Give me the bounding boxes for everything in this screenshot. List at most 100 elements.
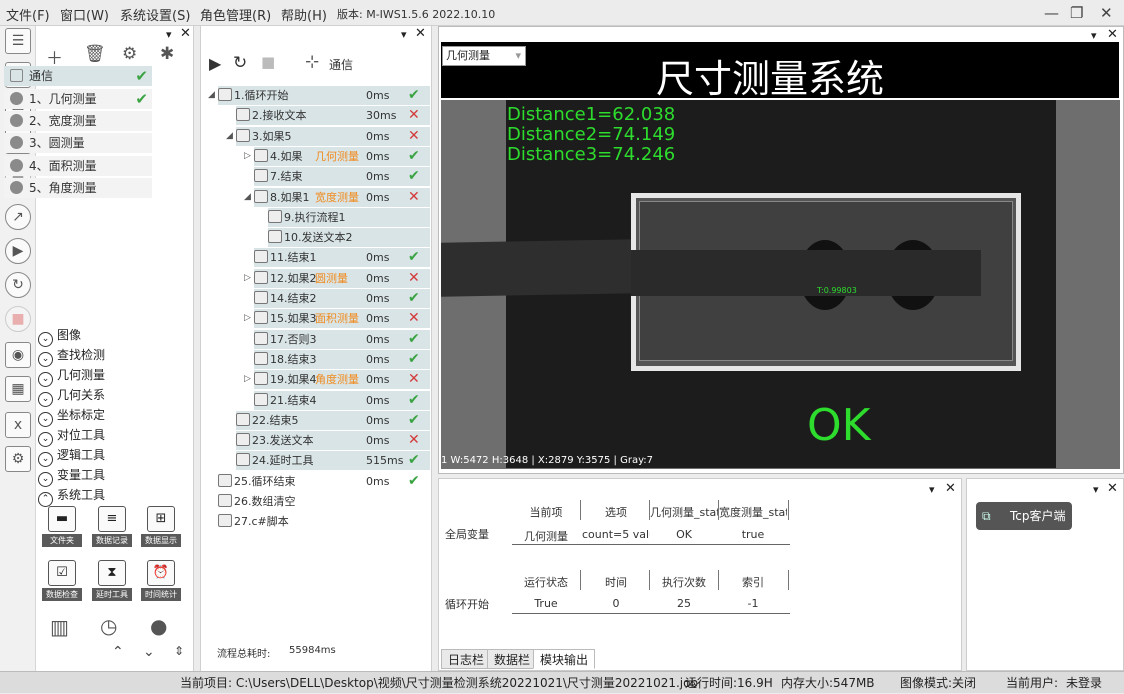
flow-row[interactable]: 2.接收文本 30ms ✕ (236, 106, 430, 126)
stop-icon[interactable]: ■ (261, 53, 275, 71)
tab-data[interactable]: 数据栏 (487, 649, 538, 669)
module-label: 4、面积测量 (29, 159, 97, 173)
panel-menu-icon[interactable]: ▾ (929, 483, 935, 496)
flow-row[interactable]: 1.循环开始 0ms ✔ (218, 86, 430, 105)
flow-row[interactable]: 3.如果5 0ms ✕ (236, 126, 430, 146)
flow-row[interactable]: 4.如果 几何测量 0ms ✔ (254, 146, 430, 166)
tool-data-display[interactable]: ⊞ 数据显示 (141, 506, 181, 547)
module-item-width[interactable]: 2、宽度测量 (4, 111, 152, 131)
flow-row[interactable]: 11.结束1 0ms ✔ (254, 248, 430, 268)
comm-label[interactable]: 通信 (329, 56, 353, 73)
flow-row[interactable]: 27.c#脚本 (218, 512, 430, 532)
panel-menu-icon[interactable]: ▾ (166, 28, 172, 41)
run-once-icon[interactable]: ↗ (5, 204, 31, 230)
module-item-circle[interactable]: 3、圆测量 (4, 133, 152, 153)
module-item-angle[interactable]: 5、角度测量 (4, 178, 152, 198)
flow-row[interactable]: 12.如果2 圆测量 0ms ✕ (254, 268, 430, 288)
scroll-down-icon[interactable]: ⌄ (143, 644, 155, 660)
category-alignment[interactable]: ⌄ 对位工具 (38, 426, 105, 447)
panel-menu-icon[interactable]: ▾ (1091, 29, 1097, 42)
expand-icon[interactable]: ▷ (244, 273, 251, 283)
menu-window[interactable]: 窗口(W) (60, 5, 109, 24)
gear-icon[interactable]: ⚙ (122, 44, 137, 64)
category-logic[interactable]: ⌄ 逻辑工具 (38, 446, 105, 467)
category-system-tools[interactable]: ⌃ 系统工具 (38, 486, 105, 507)
category-geometry-relation[interactable]: ⌄ 几何关系 (38, 386, 105, 407)
flow-row[interactable]: 24.延时工具 515ms ✔ (236, 451, 430, 471)
category-calibration[interactable]: ⌄ 坐标标定 (38, 406, 105, 427)
clock-icon[interactable]: ◷ (100, 614, 117, 638)
delete-icon[interactable]: 🗑 (84, 44, 106, 64)
flow-row[interactable]: 21.结束4 0ms ✔ (254, 390, 430, 410)
expand-icon[interactable]: ▷ (244, 313, 251, 323)
flow-row[interactable]: 17.否则3 0ms ✔ (254, 329, 430, 349)
tool-data-record[interactable]: ≡ 数据记录 (92, 506, 132, 547)
menu-help[interactable]: 帮助(H) (281, 5, 327, 24)
category-find-detect[interactable]: ⌄ 查找检测 (38, 346, 105, 367)
category-image[interactable]: ⌄ 图像 (38, 326, 81, 347)
flow-row-label: 15.如果3 (270, 312, 317, 326)
network-icon[interactable]: ⊹ (305, 52, 319, 72)
panel-menu-icon[interactable]: ▾ (401, 28, 407, 41)
stop-icon[interactable]: ■ (5, 306, 31, 332)
expand-icon[interactable]: ▷ (244, 151, 251, 161)
tool-delay[interactable]: ⧗ 延时工具 (92, 560, 132, 601)
tcp-client-button[interactable]: ⧉ Tcp客户端1 (976, 502, 1072, 551)
camera-icon[interactable]: ◉ (5, 342, 31, 368)
flow-row[interactable]: 10.发送文本2 (268, 228, 430, 248)
building-icon[interactable]: ▦ (5, 376, 31, 402)
category-variable[interactable]: ⌄ 变量工具 (38, 466, 105, 487)
menu-file[interactable]: 文件(F) (6, 5, 50, 24)
collapse-icon[interactable]: ◢ (226, 131, 233, 141)
expand-icon[interactable]: ▷ (244, 374, 251, 384)
flow-row[interactable]: 15.如果3 面积测量 0ms ✕ (254, 309, 430, 329)
panel-menu-icon[interactable]: ▾ (1093, 483, 1099, 496)
tool-folder[interactable]: ▬ 文件夹 (42, 506, 82, 547)
flow-row[interactable]: 8.如果1 宽度测量 0ms ✕ (254, 187, 430, 207)
loop-run-icon[interactable]: ↻ (5, 272, 31, 298)
flow-row[interactable]: 19.如果4 角度测量 0ms ✕ (254, 370, 430, 390)
play-icon[interactable]: ▶ (5, 238, 31, 264)
module-item-area[interactable]: 4、面积测量 (4, 156, 152, 176)
collapse-icon[interactable]: ◢ (208, 90, 215, 100)
flow-row[interactable]: 7.结束 0ms ✔ (254, 167, 430, 187)
panel-close-icon[interactable]: ✕ (1107, 481, 1118, 496)
panel-close-icon[interactable]: ✕ (415, 26, 426, 41)
panel-close-icon[interactable]: ✕ (180, 26, 191, 41)
tab-module-output[interactable]: 模块输出 (533, 649, 596, 669)
menu-role-management[interactable]: 角色管理(R) (200, 5, 271, 24)
category-geometry[interactable]: ⌄ 几何测量 (38, 366, 105, 387)
scroll-up-icon[interactable]: ⌃ (112, 644, 124, 660)
menu-system-settings[interactable]: 系统设置(S) (120, 5, 190, 24)
flow-row[interactable]: 22.结束5 0ms ✔ (236, 410, 430, 430)
tool-data-check[interactable]: ☑ 数据检查 (42, 560, 82, 601)
close-icon[interactable]: ✕ (1100, 4, 1113, 22)
collapse-icon[interactable]: ◢ (244, 192, 251, 202)
flow-row[interactable]: 26.数组清空 (218, 492, 430, 511)
variable-icon[interactable]: x (5, 412, 31, 438)
module-select[interactable]: 几何测量 ▾ (442, 46, 526, 66)
settings-panel-icon[interactable]: ⚙ (5, 446, 31, 472)
tool-time-stat[interactable]: ⏰ 时间统计 (141, 560, 181, 601)
restore-icon[interactable]: ❐ (1070, 4, 1083, 22)
flow-row[interactable]: 14.结束2 0ms ✔ (254, 289, 430, 308)
refresh-icon[interactable]: ↻ (233, 53, 247, 73)
loop-header: 执行次数 (662, 576, 706, 589)
sort-icon[interactable]: ⇕ (174, 644, 184, 658)
flow-row[interactable]: 23.发送文本 0ms ✕ (236, 431, 430, 451)
module-item-comm[interactable]: 通信 ✔ (4, 66, 152, 86)
settings-icon[interactable]: ✱ (160, 44, 174, 64)
flow-row[interactable]: 18.结束3 0ms ✔ (254, 349, 430, 369)
flow-row[interactable]: 25.循环结束 0ms ✔ (218, 471, 430, 491)
chevron-down-icon: ⌄ (38, 392, 53, 407)
panel-close-icon[interactable]: ✕ (945, 481, 956, 496)
panel-close-icon[interactable]: ✕ (1107, 27, 1118, 42)
flow-row[interactable]: 9.执行流程1 (268, 207, 430, 227)
chat-icon[interactable]: ● (150, 614, 167, 638)
tab-log[interactable]: 日志栏 (441, 649, 492, 669)
document-list-icon[interactable]: ▥ (50, 615, 69, 639)
list-icon[interactable]: ☰ (5, 28, 31, 54)
module-item-geometry[interactable]: 1、几何测量 ✔ (4, 89, 152, 109)
minimize-icon[interactable]: — (1044, 4, 1059, 22)
play-icon[interactable]: ▶ (209, 54, 221, 73)
